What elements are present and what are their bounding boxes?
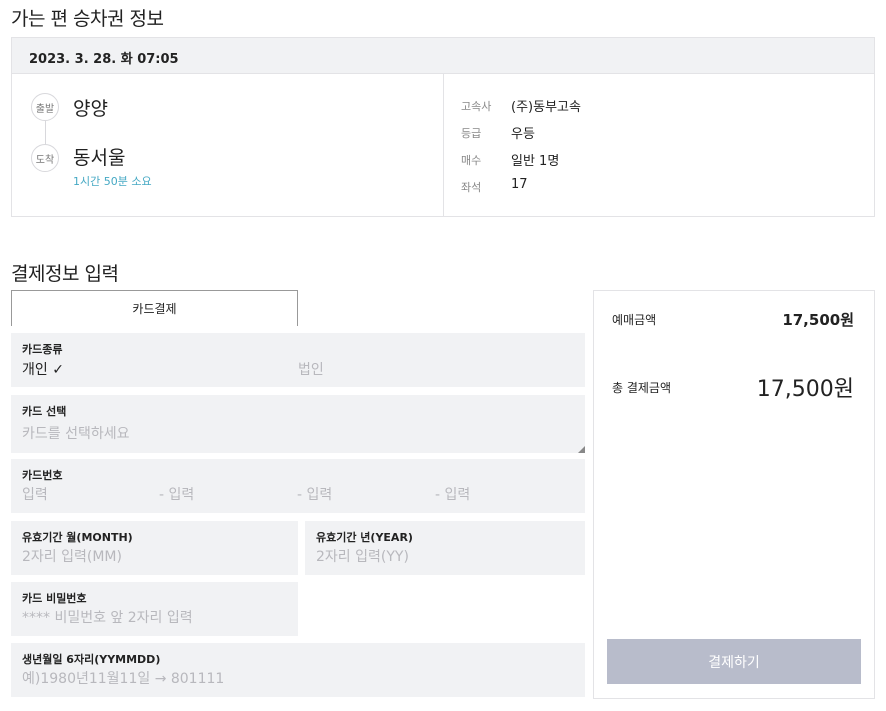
ticket-header: 2023. 3. 28. 화 07:05: [12, 38, 874, 74]
ticket-amount-label: 예매금액: [612, 313, 657, 327]
expiry-year-label: 유효기간 년(YEAR): [316, 531, 413, 544]
check-icon: ✓: [52, 362, 64, 378]
ticket-details: 고속사 (주)동부고속 등급 우등 매수 일반 1명 좌석 17: [444, 74, 874, 216]
pay-button[interactable]: 결제하기: [607, 639, 861, 684]
card-type-label: 카드종류: [22, 343, 63, 356]
expiry-year-field[interactable]: 유효기간 년(YEAR) 2자리 입력(YY): [305, 521, 585, 575]
card-select-placeholder: 카드를 선택하세요: [22, 426, 130, 442]
seat-value: 17: [511, 177, 528, 192]
card-number-field: 카드번호 입력 - 입력 - 입력 - 입력: [11, 459, 585, 513]
card-select-label: 카드 선택: [22, 405, 67, 418]
birthdate-label: 생년월일 6자리(YYMMDD): [22, 653, 161, 666]
card-password-placeholder: **** 비밀번호 앞 2자리 입력: [22, 610, 193, 626]
card-type-field: 카드종류 개인 ✓ 법인: [11, 333, 585, 387]
card-select-field[interactable]: 카드 선택 카드를 선택하세요: [11, 395, 585, 453]
seat-label: 좌석: [461, 181, 482, 194]
birthdate-placeholder: 예)1980년11월11일 → 801111: [22, 671, 225, 687]
card-password-field[interactable]: 카드 비밀번호 **** 비밀번호 앞 2자리 입력: [11, 582, 298, 636]
arrival-city: 동서울: [73, 147, 126, 169]
card-type-corporate-option[interactable]: 법인: [298, 359, 324, 379]
payment-section-title: 결제정보 입력: [11, 263, 119, 285]
company-label: 고속사: [461, 100, 492, 113]
total-amount-value: 17,500원: [756, 377, 854, 402]
card-number-input-1[interactable]: 입력: [22, 484, 48, 504]
card-number-label: 카드번호: [22, 469, 63, 482]
ticket-info-box: 2023. 3. 28. 화 07:05 출발 도착 양양 동서울 1시간 50…: [11, 37, 875, 217]
card-number-input-2[interactable]: - 입력: [159, 484, 194, 504]
resize-handle-icon: [578, 446, 585, 453]
card-type-personal-option[interactable]: 개인 ✓: [22, 359, 64, 379]
count-label: 매수: [461, 154, 482, 167]
departure-city: 양양: [73, 98, 108, 120]
tab-card-payment[interactable]: 카드결제: [11, 290, 298, 326]
departure-badge: 출발: [31, 93, 59, 121]
card-number-input-4[interactable]: - 입력: [435, 484, 470, 504]
grade-label: 등급: [461, 127, 482, 140]
expiry-month-placeholder: 2자리 입력(MM): [22, 549, 122, 565]
trip-duration: 1시간 50분 소요: [73, 175, 152, 188]
card-type-personal-label: 개인: [22, 362, 48, 378]
company-value: (주)동부고속: [511, 100, 581, 115]
expiry-month-label: 유효기간 월(MONTH): [22, 531, 133, 544]
card-number-input-3[interactable]: - 입력: [297, 484, 332, 504]
expiry-month-field[interactable]: 유효기간 월(MONTH) 2자리 입력(MM): [11, 521, 298, 575]
ticket-amount-value: 17,500원: [782, 311, 854, 329]
route-panel: 출발 도착 양양 동서울 1시간 50분 소요: [12, 74, 443, 216]
expiry-year-placeholder: 2자리 입력(YY): [316, 549, 409, 565]
total-amount-label: 총 결제금액: [612, 381, 672, 395]
departure-datetime: 2023. 3. 28. 화 07:05: [29, 52, 179, 67]
birthdate-field[interactable]: 생년월일 6자리(YYMMDD) 예)1980년11월11일 → 801111: [11, 643, 585, 697]
arrival-badge: 도착: [31, 144, 59, 172]
card-password-label: 카드 비밀번호: [22, 592, 87, 605]
grade-value: 우등: [511, 127, 535, 142]
count-value: 일반 1명: [511, 154, 560, 169]
payment-summary-panel: 예매금액 17,500원 총 결제금액 17,500원 결제하기: [593, 290, 875, 699]
outbound-section-title: 가는 편 승차권 정보: [11, 8, 164, 30]
